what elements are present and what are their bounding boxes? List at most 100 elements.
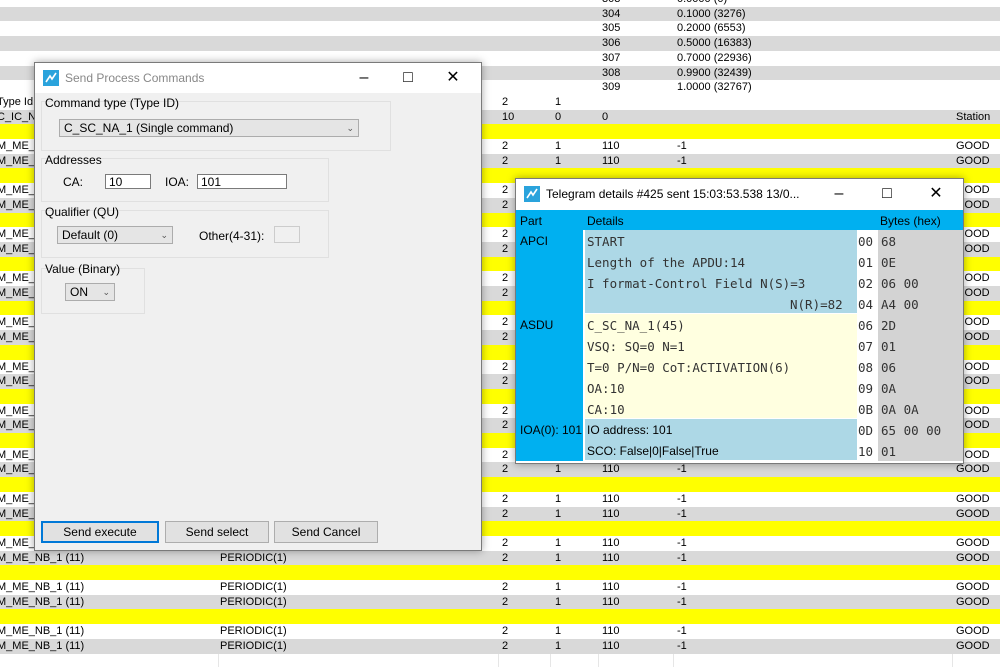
telegram-detail-cell: Length of the APDU:14 (587, 255, 745, 270)
table-cell: 110 (602, 596, 620, 609)
table-cell: 2 (502, 331, 508, 344)
telegram-part-cell: IOA(0): 101 (520, 423, 582, 437)
telegram-offset-cell: 07 (858, 339, 873, 354)
table-cell: 2 (502, 405, 508, 418)
table-cell: M_ME_NB_1 (11) (0, 581, 84, 594)
telegram-bytes-cell: 06 00 (881, 276, 919, 291)
table-cell: 1 (555, 581, 561, 594)
table-cell: GOOD (956, 493, 990, 506)
table-cell: GOOD (956, 552, 990, 565)
table-cell: 1 (555, 640, 561, 653)
table-cell: 1 (555, 552, 561, 565)
table-cell: 2 (502, 184, 508, 197)
table-cell: -1 (677, 140, 687, 153)
table-cell: -1 (677, 537, 687, 550)
table-cell: 110 (602, 508, 620, 521)
telegram-detail-cell: IO address: 101 (587, 423, 672, 437)
ca-field[interactable]: 10 (105, 174, 151, 189)
table-row[interactable]: M_ME_NB_1 (11)PERIODIC(1)21110-1GOOD (0, 639, 1000, 654)
telegram-bytes-cell: 0A (881, 381, 896, 396)
telegram-detail-cell: VSQ: SQ=0 N=1 (587, 339, 685, 354)
table-row[interactable]: 3040.1000 (3276) (0, 7, 1000, 22)
telegram-bytes-cell: 01 (881, 444, 896, 459)
command-type-value: C_SC_NA_1 (Single command) (64, 121, 233, 135)
table-cell: 110 (602, 537, 620, 550)
table-cell: -1 (677, 155, 687, 168)
telegram-part-cell: APCI (520, 234, 548, 248)
maximize-icon[interactable]: □ (864, 179, 910, 209)
table-cell: 2 (502, 581, 508, 594)
table-cell: 0.2000 (6553) (677, 22, 746, 35)
minimize-icon[interactable]: – (341, 63, 387, 93)
table-cell: 110 (602, 463, 620, 476)
table-cell: M_ME_ (0, 508, 35, 521)
table-row[interactable]: M_ME_NB_1 (11)PERIODIC(1)21110-1GOOD (0, 551, 1000, 566)
value-select[interactable]: ON ⌄ (65, 283, 115, 301)
table-cell: Type Id (0, 96, 33, 109)
table-cell: 309 (602, 81, 620, 94)
table-row[interactable]: 3050.2000 (6553) (0, 21, 1000, 36)
close-icon[interactable]: ✕ (913, 179, 959, 209)
table-cell: 2 (502, 375, 508, 388)
ioa-field[interactable]: 101 (197, 174, 287, 189)
app-icon (524, 186, 540, 202)
table-cell: 110 (602, 493, 620, 506)
table-cell: 110 (602, 581, 620, 594)
send-dialog-titlebar[interactable]: Send Process Commands – □ ✕ (35, 63, 481, 93)
table-cell: M_ME_ (0, 287, 35, 300)
table-cell: M_ME_ (0, 419, 35, 432)
table-cell: PERIODIC(1) (220, 640, 287, 653)
other-label: Other(4-31): (199, 229, 264, 243)
col-bytes-header: Bytes (hex) (880, 214, 941, 228)
command-type-select[interactable]: C_SC_NA_1 (Single command) ⌄ (59, 119, 359, 137)
table-cell: -1 (677, 640, 687, 653)
telegram-detail-cell: CA:10 (587, 402, 625, 417)
telegram-bytes-cell: 06 (881, 360, 896, 375)
col-details-header: Details (587, 214, 624, 228)
telegram-title: Telegram details #425 sent 15:03:53.538 … (546, 187, 800, 201)
telegram-detail-cell: T=0 P/N=0 CoT:ACTIVATION(6) (587, 360, 790, 375)
table-row[interactable]: M_ME_NB_1 (11)PERIODIC(1)21110-1GOOD (0, 624, 1000, 639)
table-cell: GOOD (956, 463, 990, 476)
send-select-button[interactable]: Send select (165, 521, 269, 543)
chevron-down-icon: ⌄ (160, 227, 168, 243)
table-cell: 0.0000 (0) (677, 0, 727, 6)
table-cell: 2 (502, 155, 508, 168)
table-row[interactable] (0, 609, 1000, 624)
telegram-offset-cell: 0B (858, 402, 873, 417)
table-cell: 1 (555, 493, 561, 506)
table-cell: 10 (502, 111, 514, 124)
table-cell: 110 (602, 552, 620, 565)
telegram-titlebar[interactable]: Telegram details #425 sent 15:03:53.538 … (516, 179, 963, 209)
value-label: Value (Binary) (45, 262, 120, 276)
table-cell: PERIODIC(1) (220, 552, 287, 565)
maximize-icon[interactable]: □ (385, 63, 431, 93)
other-field[interactable] (274, 226, 300, 243)
send-execute-button[interactable]: Send execute (41, 521, 159, 543)
qualifier-select[interactable]: Default (0) ⌄ (57, 226, 173, 244)
table-row[interactable] (0, 565, 1000, 580)
table-cell: PERIODIC(1) (220, 596, 287, 609)
app-icon (43, 70, 59, 86)
telegram-offset-cell: 04 (858, 297, 873, 312)
table-row[interactable]: M_ME_NB_1 (11)PERIODIC(1)21110-1GOOD (0, 595, 1000, 610)
table-cell: 2 (502, 361, 508, 374)
table-cell: 306 (602, 37, 620, 50)
col-part-header: Part (520, 214, 542, 228)
table-row[interactable]: M_ME_NB_1 (11)PERIODIC(1)21110-1GOOD (0, 580, 1000, 595)
table-cell: M_ME_ (0, 331, 35, 344)
minimize-icon[interactable]: – (816, 179, 862, 209)
table-cell: M_ME_ (0, 449, 35, 462)
telegram-table: Part Details Bytes (hex) APCISTART0068Le… (516, 210, 963, 463)
send-cancel-button[interactable]: Send Cancel (274, 521, 378, 543)
table-cell: -1 (677, 463, 687, 476)
telegram-bytes-cell: 68 (881, 234, 896, 249)
telegram-bytes-cell: 0A 0A (881, 402, 919, 417)
table-row[interactable]: 3060.5000 (16383) (0, 36, 1000, 51)
value-value: ON (70, 285, 88, 299)
close-icon[interactable]: ✕ (430, 63, 476, 93)
telegram-detail-cell: OA:10 (587, 381, 625, 396)
ca-label: CA: (63, 175, 83, 189)
table-cell: M_ME_ (0, 243, 35, 256)
telegram-offset-cell: 01 (858, 255, 873, 270)
